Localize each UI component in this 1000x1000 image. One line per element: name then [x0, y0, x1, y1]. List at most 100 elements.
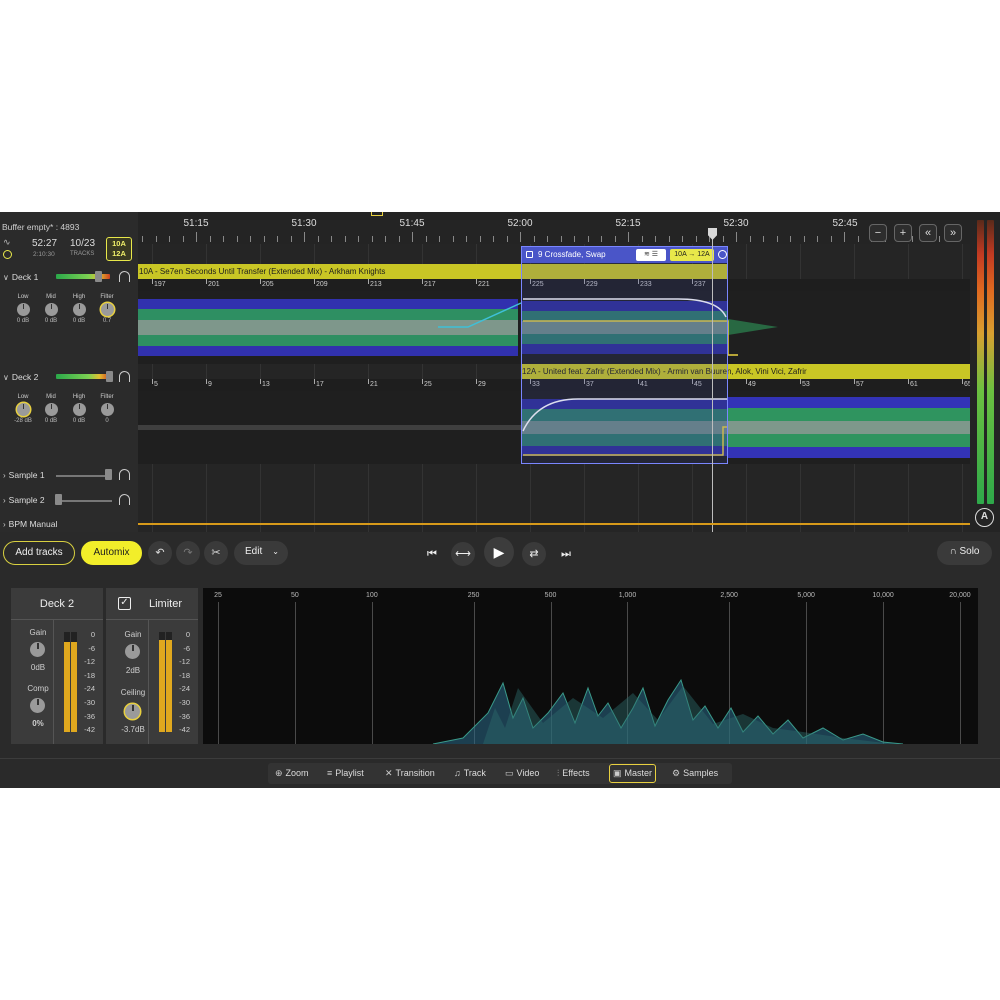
lock-icon[interactable]: [526, 251, 533, 258]
headphones-icon[interactable]: [119, 494, 130, 505]
ruler-tick: [830, 236, 832, 242]
redo-icon[interactable]: ↷: [176, 541, 200, 565]
crossfade-view-toggle[interactable]: ≋ ☰: [636, 249, 666, 261]
time-ruler[interactable]: 51:15 51:30 51:45 52:00 52:15 52:30 52:4…: [138, 212, 970, 244]
tab-zoom[interactable]: ⊕ Zoom: [272, 764, 312, 783]
comp-value: 0%: [32, 719, 44, 728]
fast-forward-button[interactable]: »: [944, 224, 962, 242]
tab-track[interactable]: ♫ Track: [451, 764, 489, 783]
eq-low[interactable]: Low -28 dB: [9, 394, 37, 424]
eq-filter[interactable]: Filter 0: [93, 394, 121, 424]
tab-video[interactable]: ▭ Video: [502, 764, 542, 783]
headphones-icon[interactable]: [119, 271, 130, 282]
beat-label: 21: [370, 381, 378, 388]
eq-low-knob[interactable]: [16, 403, 30, 416]
tab-playlist[interactable]: ≡ Playlist: [324, 764, 367, 783]
play-button[interactable]: ▶: [484, 537, 514, 567]
master-meter-right: [987, 220, 994, 504]
eq-low[interactable]: Low 0 dB: [9, 294, 37, 324]
limiter-gain-knob[interactable]: [125, 644, 140, 659]
ceiling-knob[interactable]: [125, 704, 140, 719]
beat-tick: [854, 379, 855, 384]
ruler-tick: [506, 236, 508, 242]
eq-high-knob[interactable]: [72, 403, 86, 416]
ruler-tick: [857, 236, 859, 242]
sample-1-toggle[interactable]: › Sample 1: [3, 470, 45, 480]
ruler-tick: [371, 236, 373, 242]
solo-button[interactable]: ∩ Solo: [937, 541, 992, 565]
deck-1-label: Deck 1: [11, 272, 39, 282]
left-panel: Buffer empty* : 4893 ∿ 52:27 2:10:30 10/…: [0, 212, 138, 532]
deck-2-volume-fader[interactable]: [106, 371, 113, 382]
comp-knob[interactable]: [30, 698, 45, 713]
sample-1-slider[interactable]: [105, 469, 112, 480]
tab-effects[interactable]: ⫶ Effects: [554, 764, 593, 783]
undo-icon[interactable]: ↶: [148, 541, 172, 565]
timeline[interactable]: 51:15 51:30 51:45 52:00 52:15 52:30 52:4…: [138, 212, 970, 532]
tab-samples[interactable]: ⚙ Samples: [669, 764, 721, 783]
eq-high[interactable]: High 0 dB: [65, 294, 93, 324]
skip-forward-icon[interactable]: ⏭: [556, 544, 576, 564]
eq-mid-knob[interactable]: [44, 303, 58, 316]
deck-2-toggle[interactable]: ∨ Deck 2: [3, 372, 38, 382]
ruler-tick: [938, 236, 940, 242]
db-scale-label: -36: [179, 711, 190, 721]
ruler-tick: [209, 236, 211, 242]
deck-1-controls: ∨ Deck 1 Low 0 dB Mid 0 dB High 0 dB Filter 0…: [0, 271, 138, 362]
eq-filter-label: Filter: [100, 394, 114, 400]
eq-low-knob[interactable]: [16, 303, 30, 316]
gain-knob[interactable]: [30, 642, 45, 657]
skip-back-icon[interactable]: ⏮: [422, 544, 442, 564]
eq-filter-knob[interactable]: [100, 403, 114, 416]
headphones-icon[interactable]: [119, 371, 130, 382]
sync-icon[interactable]: ⟷: [451, 542, 475, 566]
eq-mid-knob[interactable]: [44, 403, 58, 416]
rewind-button[interactable]: «: [919, 224, 937, 242]
beat-tick: [206, 379, 207, 384]
playhead[interactable]: [712, 230, 713, 532]
deck-2-eq: Low -28 dB Mid 0 dB High 0 dB Filter 0: [0, 394, 138, 434]
tab-transition[interactable]: ✕ Transition: [382, 764, 438, 783]
search-icon[interactable]: [718, 250, 727, 259]
tab-label: Track: [463, 768, 486, 778]
ceiling-value: -3.7dB: [121, 725, 145, 734]
zoom-out-button[interactable]: −: [869, 224, 887, 242]
crossfade-region[interactable]: 9 Crossfade, Swap ≋ ☰ 10A → 12A: [521, 246, 728, 464]
headphones-icon[interactable]: [119, 469, 130, 480]
eq-mid[interactable]: Mid 0 dB: [37, 294, 65, 324]
deck-1-toggle[interactable]: ∨ Deck 1: [3, 272, 38, 282]
beat-tick: [260, 279, 261, 284]
db-scale-label: -36: [84, 711, 95, 721]
limiter-panel: Limiter ✓ Gain 2dB Ceiling -3.7dB 0 -6 -12…: [106, 588, 198, 744]
bpm-manual-toggle[interactable]: › BPM Manual: [3, 519, 57, 529]
db-scale-label: -6: [88, 643, 95, 653]
edit-dropdown[interactable]: Edit ⌄: [234, 541, 288, 565]
key-from: 10A: [112, 239, 126, 248]
zoom-in-button[interactable]: +: [894, 224, 912, 242]
eq-high-knob[interactable]: [72, 303, 86, 316]
automix-icon[interactable]: A: [975, 508, 994, 527]
deck-1-volume-fader[interactable]: [95, 271, 102, 282]
eq-high[interactable]: High 0 dB: [65, 394, 93, 424]
master-icon: ▣: [613, 768, 622, 778]
ruler-tick: [385, 236, 386, 242]
ruler-tick: [425, 236, 427, 242]
ruler-tick: [655, 236, 656, 242]
eq-high-value: 0 dB: [72, 318, 86, 324]
automix-button[interactable]: Automix: [81, 541, 142, 565]
eq-filter[interactable]: Filter 0.7: [93, 294, 121, 324]
sample-2-slider[interactable]: [55, 494, 62, 505]
crossfade-header[interactable]: 9 Crossfade, Swap ≋ ☰ 10A → 12A: [522, 247, 727, 263]
sample-2-toggle[interactable]: › Sample 2: [3, 495, 45, 505]
eq-mid[interactable]: Mid 0 dB: [37, 394, 65, 424]
repeat-icon[interactable]: ⇄: [522, 542, 546, 566]
limiter-enable-checkbox[interactable]: ✓: [118, 597, 131, 610]
beat-label: 13: [262, 381, 270, 388]
key-badge[interactable]: 10A 12A: [106, 237, 132, 261]
add-tracks-button[interactable]: Add tracks: [3, 541, 75, 565]
loop-marker[interactable]: [371, 212, 383, 216]
cut-icon[interactable]: ✂: [204, 541, 228, 565]
eq-filter-knob[interactable]: [100, 303, 114, 316]
db-scale-label: 0: [185, 630, 190, 639]
tab-master[interactable]: ▣ Master: [609, 764, 657, 783]
